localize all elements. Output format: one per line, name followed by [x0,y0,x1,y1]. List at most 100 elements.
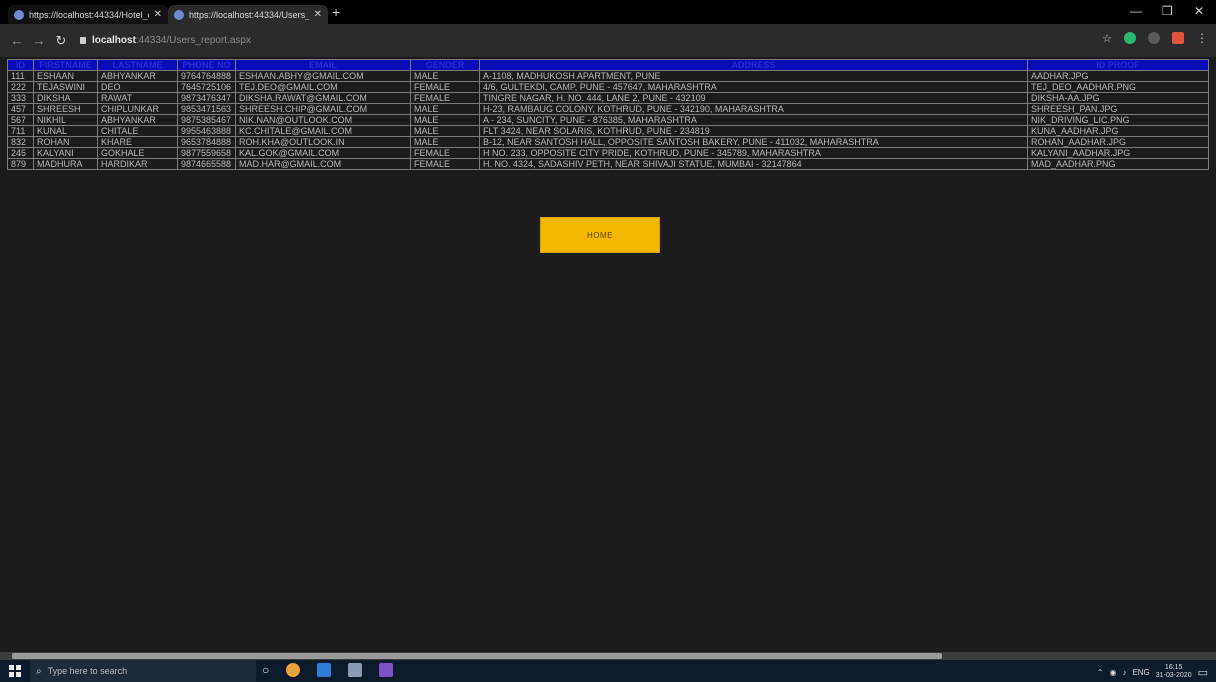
reload-icon[interactable]: ↻ [50,33,72,49]
close-window-icon[interactable]: ✕ [1194,4,1204,18]
clock-time: 16:15 [1164,664,1183,671]
table-cell: AADHAR.JPG [1027,70,1209,82]
browser-toolbar: ← → ↻ localhost:44334/Users_report.aspx … [0,24,1216,57]
maximize-icon[interactable]: ❐ [1162,4,1173,18]
table-cell: SHREESH_PAN.JPG [1027,103,1209,115]
table-cell: ESHAAN.ABHY@GMAIL.COM [235,70,411,82]
tab-close-icon[interactable]: ✕ [154,9,162,20]
table-cell: MADHURA [33,158,98,170]
browser-tab[interactable]: https://localhost:44334/Hotel_o... ✕ [8,5,168,24]
url-path: :44334/Users_report.aspx [135,34,251,46]
column-header: ID [7,59,34,71]
tab-favicon-icon [174,9,184,20]
table-cell: 4/6, GULTEKDI, CAMP, PUNE - 457647, MAHA… [479,81,1028,93]
table-cell: 9877559658 [177,147,236,159]
visual-studio-icon[interactable] [379,663,394,677]
column-header: FIRSTNAME [33,59,98,71]
table-cell: KUNAL [33,125,98,137]
table-cell: H NO. 233, OPPOSITE CITY PRIDE, KOTHRUD,… [479,147,1028,159]
table-cell: FLT 3424, NEAR SOLARIS, KOTHRUD, PUNE - … [479,125,1028,137]
table-cell: 879 [7,158,34,170]
notification-icon[interactable]: ▭ [1198,666,1208,679]
taskbar-apps: ○ [262,663,394,677]
table-cell: SHREESH.CHIP@GMAIL.COM [235,103,411,115]
table-cell: 9874665588 [177,158,236,170]
back-icon[interactable]: ← [6,33,28,48]
table-cell: FEMALE [410,147,480,159]
table-cell: A - 234, SUNCITY, PUNE - 876385, MAHARAS… [479,114,1028,126]
column-header: ID PROOF [1027,59,1209,71]
browser-tab-active[interactable]: https://localhost:44334/Users_re... ✕ [168,5,328,24]
table-cell: KAL.GOK@GMAIL.COM [235,147,411,159]
table-row: 333 DIKSHA RAWAT 9873476347 DIKSHA.RAWAT@GMA… [7,92,1209,104]
table-cell: NIK.NAN@OUTLOOK.COM [235,114,411,126]
table-row: 222 TEJASWINI DEO 7645725106 TEJ.DEO@GMAIL.C… [7,81,1209,93]
table-cell: MALE [410,70,480,82]
home-button[interactable]: HOME [540,217,660,253]
search-placeholder: Type here to search [47,666,128,676]
table-cell: MALE [410,125,480,137]
photos-icon[interactable] [348,663,363,677]
chrome-icon[interactable] [286,663,301,677]
windows-start-icon[interactable] [9,665,21,677]
minimize-icon[interactable]: — [1130,4,1142,18]
table-cell: FEMALE [410,81,480,93]
tab-close-icon[interactable]: ✕ [314,9,322,20]
table-cell: ESHAAN [33,70,98,82]
table-cell: MAD_AADHAR.PNG [1027,158,1209,170]
taskbar-clock[interactable]: 16:15 31-03-2020 [1156,664,1192,680]
table-row: 832 ROHAN KHARE 9653784888 ROH.KHA@OUTLOOK.I… [7,136,1209,148]
table-cell: MALE [410,103,480,115]
table-row: 245 KALYANI GOKHALE 9877559658 KAL.GOK@GMAIL… [7,147,1209,159]
scrollbar-thumb[interactable] [12,653,942,659]
table-cell: KUNA_AADHAR.JPG [1027,125,1209,137]
menu-kebab-icon[interactable]: ⋮ [1196,31,1208,45]
table-cell: MAD.HAR@GMAIL.COM [235,158,411,170]
table-cell: DIKSHA [33,92,98,104]
table-cell: KC.CHITALE@GMAIL.COM [235,125,411,137]
table-cell: ABHYANKAR [97,70,178,82]
table-cell: H-23, RAMBAUG COLONY, KOTHRUD, PUNE - 34… [479,103,1028,115]
table-cell: 9873476347 [177,92,236,104]
table-cell: 9955463888 [177,125,236,137]
table-cell: TINGRE NAGAR, H. NO. 444, LANE 2, PUNE -… [479,92,1028,104]
update-icon[interactable] [1172,32,1184,44]
cortana-icon[interactable]: ○ [262,663,269,677]
table-cell: MALE [410,136,480,148]
table-cell: GOKHALE [97,147,178,159]
new-tab-icon[interactable]: + [332,4,340,20]
table-cell: MALE [410,114,480,126]
address-bar[interactable]: localhost:44334/Users_report.aspx [80,29,1080,51]
table-cell: 245 [7,147,34,159]
table-cell: 457 [7,103,34,115]
volume-icon[interactable]: ♪ [1122,668,1126,677]
profile-icon[interactable] [1148,32,1160,44]
tray-chevron-icon[interactable]: ⌃ [1097,668,1104,677]
tray-language[interactable]: ENG [1132,668,1149,677]
table-cell: 333 [7,92,34,104]
mail-icon[interactable] [317,663,332,677]
table-row: 457 SHREESH CHIPLUNKAR 9853471563 SHREESH.CH… [7,103,1209,115]
search-icon: ⌕ [36,665,42,677]
column-header: PHONE NO [177,59,236,71]
column-header: GENDER [410,59,480,71]
table-cell: NIK_DRIVING_LIC.PNG [1027,114,1209,126]
table-cell: 567 [7,114,34,126]
table-cell: 111 [7,70,34,82]
taskbar-search[interactable]: ⌕ Type here to search [30,660,256,682]
table-row: 879 MADHURA HARDIKAR 9874665588 MAD.HAR@GMAI… [7,158,1209,170]
toolbar-icons: ☆ ⋮ [1102,31,1208,45]
url-host: localhost [92,34,136,46]
network-icon[interactable]: ◉ [1109,668,1116,677]
extension-icon[interactable] [1124,32,1136,44]
table-cell: 9853471563 [177,103,236,115]
table-cell: 222 [7,81,34,93]
taskbar: ⌕ Type here to search ○ ⌃ ◉ ♪ ENG 16:15 … [0,660,1216,682]
forward-icon[interactable]: → [28,33,50,48]
horizontal-scrollbar[interactable] [0,652,1216,660]
table-cell: 832 [7,136,34,148]
star-icon[interactable]: ☆ [1102,32,1112,45]
table-row: 567 NIKHIL ABHYANKAR 9875385467 NIK.NAN@OUTL… [7,114,1209,126]
tab-title: https://localhost:44334/Hotel_o... [29,9,149,20]
table-cell: ROH.KHA@OUTLOOK.IN [235,136,411,148]
